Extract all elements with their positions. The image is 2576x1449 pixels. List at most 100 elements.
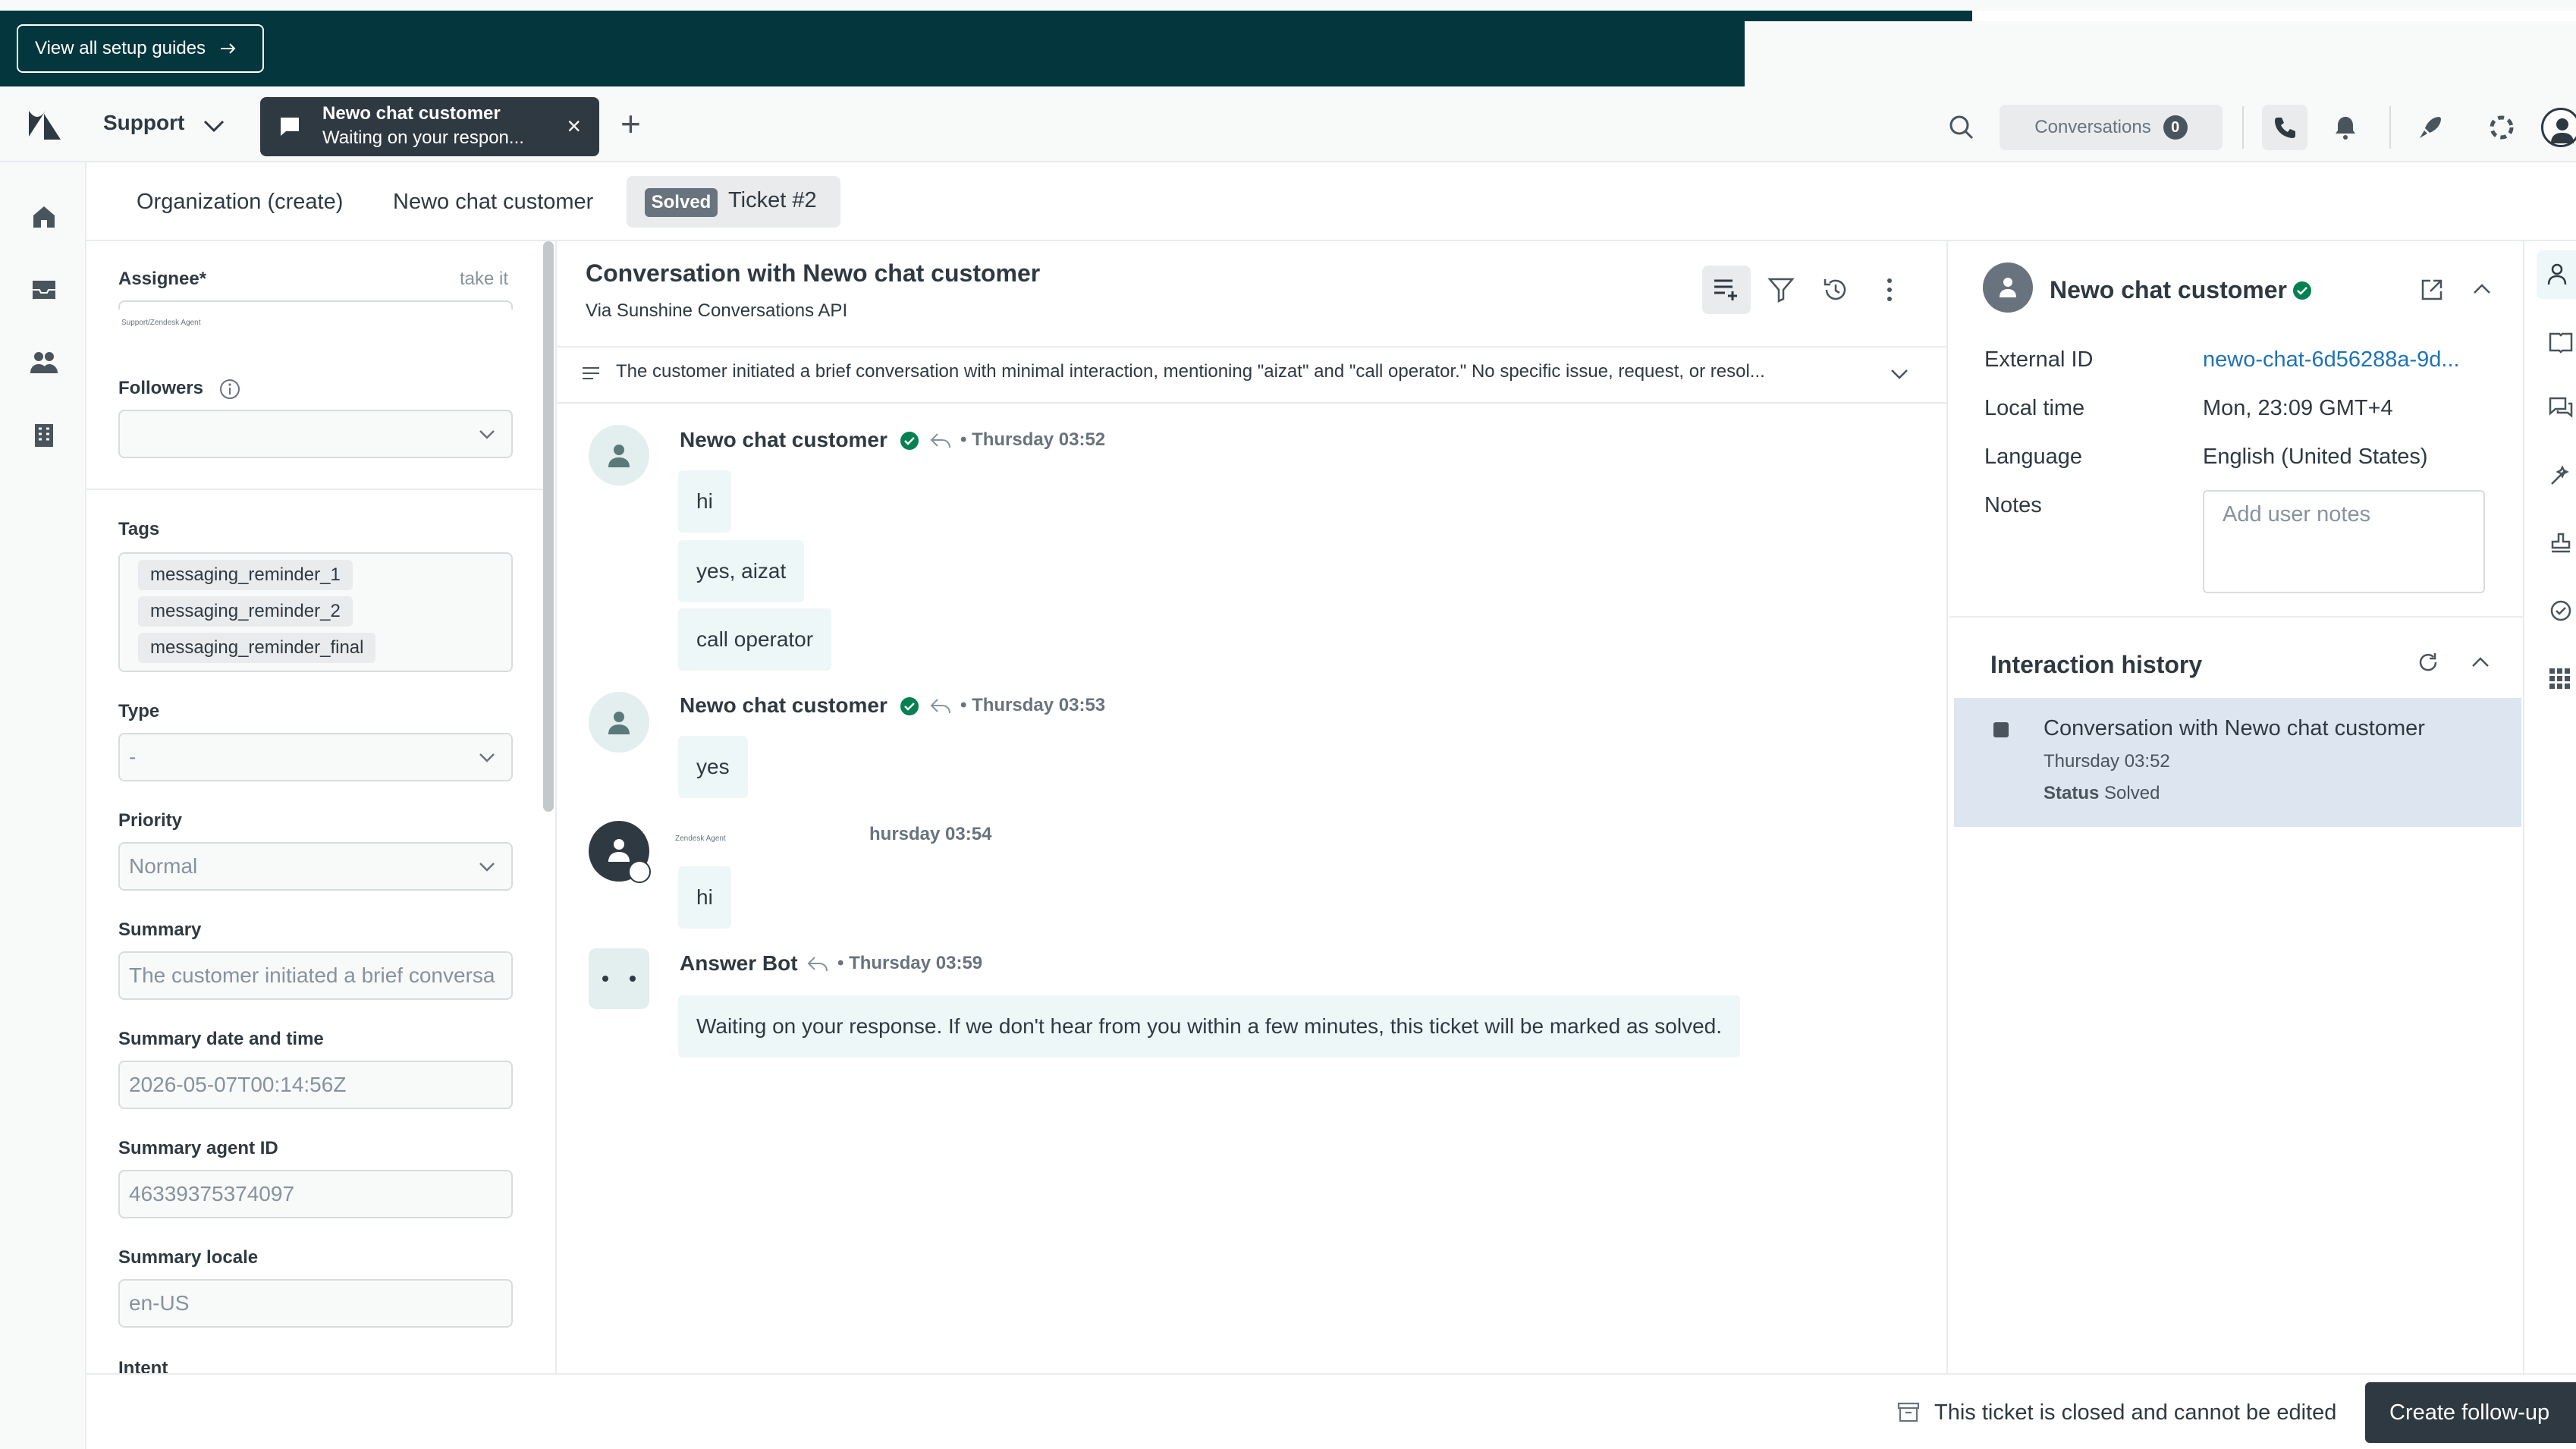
summary-agent-value: 46339375374097 <box>129 1182 295 1205</box>
summary-lines-icon <box>583 367 599 379</box>
chevron-up-icon[interactable] <box>2471 281 2493 297</box>
reply-icon <box>807 957 828 972</box>
tab-popup-title: Newo chat customer <box>322 103 501 124</box>
history-icon[interactable] <box>1822 276 1849 303</box>
home-icon[interactable] <box>30 203 58 231</box>
interaction-title: Conversation with Newo chat customer <box>2044 716 2425 740</box>
help-lifebuoy-icon[interactable] <box>2488 114 2515 141</box>
message-author[interactable]: Answer Bot <box>680 951 798 976</box>
tag-chip[interactable]: messaging_reminder_2 <box>138 596 353 627</box>
open-external-icon[interactable] <box>2420 278 2444 302</box>
check-circle-icon[interactable] <box>2549 599 2573 622</box>
user-icon <box>2000 278 2016 297</box>
type-select[interactable]: - <box>118 733 513 781</box>
tab-organization[interactable]: Organization (create) <box>137 190 343 215</box>
message-author[interactable]: Newo chat customer <box>680 428 887 452</box>
chevron-down-icon <box>479 863 495 872</box>
message-time-value: Thursday 03:59 <box>849 953 983 973</box>
header-divider <box>2242 106 2244 149</box>
info-icon[interactable] <box>218 378 241 401</box>
tab-user[interactable]: Newo chat customer <box>393 190 593 215</box>
conversation-log-button[interactable] <box>1702 266 1751 314</box>
user-notes-field[interactable]: Add user notes <box>2203 490 2485 593</box>
summary-locale-field[interactable]: en-US <box>118 1279 513 1328</box>
message-bubble: yes, aizat <box>678 540 805 602</box>
priority-select[interactable]: Normal <box>118 842 513 891</box>
knowledge-book-icon[interactable] <box>2549 331 2573 354</box>
more-options-icon[interactable] <box>1878 276 1901 303</box>
user-name[interactable]: Newo chat customer <box>2050 276 2287 304</box>
conversations-label: Conversations <box>2034 117 2151 137</box>
building-icon[interactable] <box>30 422 58 449</box>
chat-bubbles-icon[interactable] <box>2549 396 2573 419</box>
summary-agent-label: Summary agent ID <box>118 1138 278 1158</box>
ticket-tab-popup[interactable]: Newo chat customer Waiting on your respo… <box>260 97 599 156</box>
avatar <box>589 692 649 753</box>
chevron-down-icon[interactable] <box>1889 366 1910 382</box>
conversation-pane <box>557 241 1948 1373</box>
divider <box>86 489 545 490</box>
magic-wand-icon[interactable] <box>2549 464 2573 487</box>
product-switcher[interactable]: Support <box>103 111 184 135</box>
phone-icon <box>2275 118 2295 138</box>
notes-label: Notes <box>1984 493 2042 517</box>
setup-guides-label: View all setup guides <box>35 38 206 58</box>
user-icon <box>608 839 630 862</box>
summary-field[interactable]: The customer initiated a brief conversa <box>118 951 513 1000</box>
verified-icon <box>900 697 919 715</box>
divider <box>1949 616 2523 618</box>
message-bubble: yes <box>678 736 748 798</box>
interaction-history-title: Interaction history <box>1990 651 2203 678</box>
header-divider <box>2389 106 2391 149</box>
chat-bubble-icon <box>281 118 299 136</box>
tags-label: Tags <box>118 519 160 539</box>
properties-scrollbar[interactable] <box>543 241 554 812</box>
reply-icon <box>930 433 950 448</box>
view-setup-guides-button[interactable]: View all setup guides <box>17 24 264 73</box>
phone-button[interactable] <box>2262 105 2307 150</box>
interaction-time: Thursday 03:52 <box>2044 751 2170 772</box>
apps-grid-icon[interactable] <box>2549 668 2571 690</box>
zendesk-logo-icon[interactable] <box>26 106 64 144</box>
closed-ticket-notice: This ticket is closed and cannot be edit… <box>1934 1400 2337 1425</box>
message-bubble: hi <box>678 470 731 533</box>
tag-chip[interactable]: messaging_reminder_1 <box>138 560 353 590</box>
add-tab-button[interactable]: + <box>620 106 641 141</box>
summary-date-field[interactable]: 2026-05-07T00:14:56Z <box>118 1061 513 1109</box>
inbox-icon[interactable] <box>30 276 58 303</box>
rocket-icon[interactable] <box>2417 114 2444 141</box>
message-author[interactable]: Newo chat customer <box>680 693 887 718</box>
user-icon <box>2547 263 2567 285</box>
chevron-down-icon[interactable] <box>202 115 226 135</box>
followers-select[interactable] <box>118 410 513 458</box>
message-time: hursday 03:54 <box>869 824 992 844</box>
message-author[interactable]: Zendesk Agent <box>675 835 726 843</box>
reply-icon <box>930 699 950 714</box>
profile-avatar[interactable] <box>2541 108 2576 147</box>
chevron-up-icon[interactable] <box>2470 654 2491 671</box>
status-value: Solved <box>2104 783 2160 803</box>
filter-icon[interactable] <box>1767 276 1795 303</box>
take-it-link[interactable]: take it <box>460 269 508 290</box>
verified-icon <box>900 432 919 450</box>
bell-icon[interactable] <box>2332 114 2359 141</box>
stamp-icon[interactable] <box>2549 531 2573 554</box>
users-icon[interactable] <box>29 349 59 376</box>
priority-label: Priority <box>118 810 183 831</box>
message-bubble: hi <box>678 866 731 929</box>
tag-chip[interactable]: messaging_reminder_final <box>138 633 376 663</box>
external-id-link[interactable]: newo-chat-6d56288a-9d... <box>2203 347 2460 372</box>
message-bubble: Waiting on your response. If we don't he… <box>678 995 1741 1058</box>
message-time-value: Thursday 03:52 <box>972 429 1106 450</box>
rail-item-customer-context[interactable] <box>2537 250 2576 299</box>
create-follow-up-button[interactable]: Create follow-up <box>2365 1382 2576 1443</box>
refresh-icon[interactable] <box>2417 651 2439 674</box>
banner-background <box>1745 21 2576 86</box>
close-icon[interactable]: × <box>567 114 581 138</box>
summary-agent-field[interactable]: 46339375374097 <box>118 1170 513 1218</box>
assignee-field[interactable] <box>118 300 513 310</box>
bot-face-icon <box>602 976 636 982</box>
conversations-button[interactable]: Conversations 0 <box>2000 105 2223 150</box>
search-icon[interactable] <box>1946 112 1977 143</box>
conversation-icon <box>1993 722 2009 737</box>
